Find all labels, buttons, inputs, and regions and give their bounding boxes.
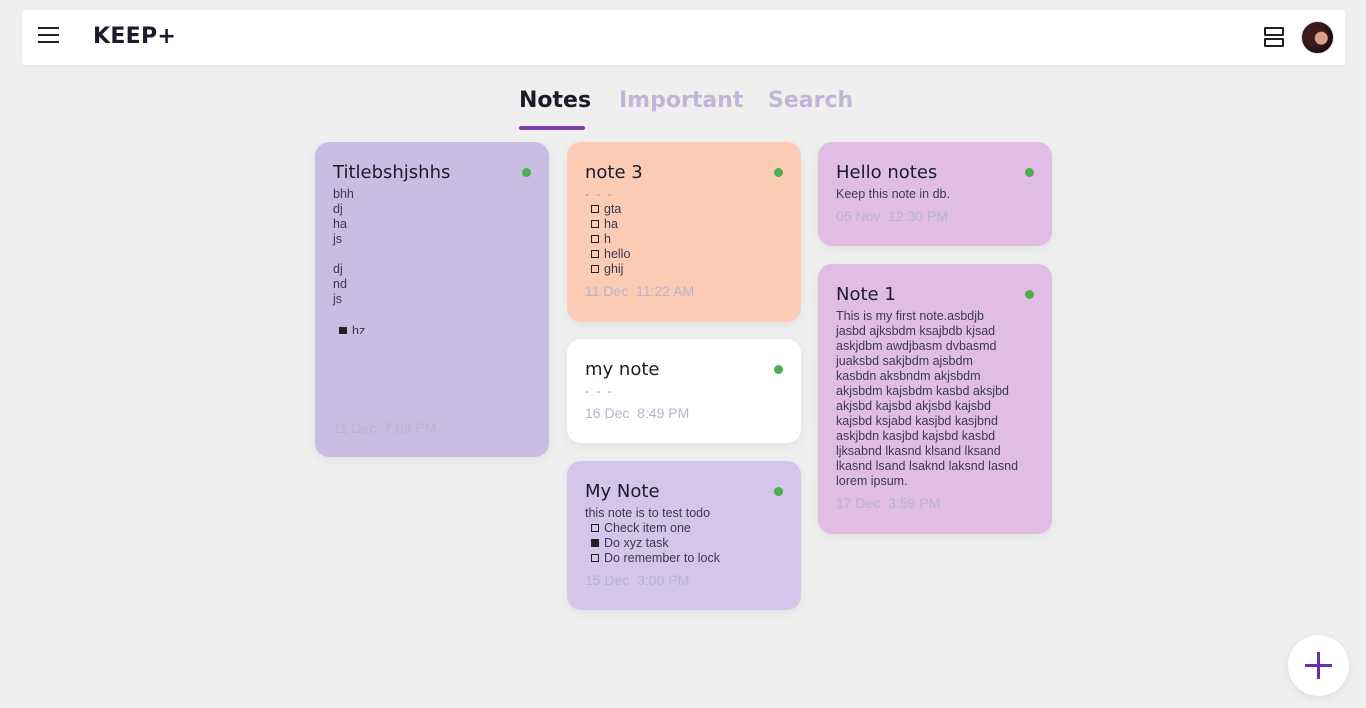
note-title: note 3 [585,162,643,183]
checkbox-icon[interactable] [591,235,599,243]
avatar[interactable] [1301,21,1334,54]
checkbox-icon[interactable] [591,220,599,228]
checklist-item[interactable]: h [585,232,783,247]
active-tab-indicator [519,126,585,130]
checkbox-icon[interactable] [591,265,599,273]
checklist-item-label: gta [604,202,622,216]
checklist-item[interactable]: ha [585,217,783,232]
checklist-item[interactable]: gta [585,202,783,217]
layout-toggle-icon[interactable] [1263,26,1285,48]
status-dot [1025,290,1034,299]
note-date: 05 Nov 12:30 PM [836,208,949,224]
checklist-item[interactable]: Check item one [585,521,783,536]
app-brand: KEEP+ [93,24,177,49]
checklist-item[interactable]: Do xyz task [585,536,783,551]
checkbox-icon[interactable] [591,250,599,258]
checklist-item-label: Do xyz task [604,536,669,550]
checklist-item[interactable]: Do remember to lock [585,551,783,566]
note-date: 15 Dec 3:00 PM [585,572,690,588]
status-dot [774,365,783,374]
checklist-item-label: h [604,232,611,246]
note-card[interactable]: my note - - - 16 Dec 8:49 PM [567,339,801,443]
checkbox-icon[interactable] [591,554,599,562]
checklist-item-label: Check item one [604,521,691,535]
note-card[interactable]: Hello notes Keep this note in db. 05 Nov… [818,142,1052,246]
tab-notes[interactable]: Notes [519,88,591,113]
status-dot [1025,168,1034,177]
note-date: 17 Dec 3:59 PM [836,495,941,511]
note-title: Titlebshjshhs [333,162,451,183]
menu-icon[interactable] [38,27,60,45]
status-dot [774,487,783,496]
note-date: 11 Dec 7:09 PM [333,420,437,436]
note-divider: - - - [585,384,614,398]
note-card[interactable]: Note 1 This is my first note.asbdjb jasb… [818,264,1052,534]
status-dot [774,168,783,177]
checkbox-checked-icon[interactable] [591,539,599,547]
add-note-button[interactable] [1288,635,1349,696]
checklist-item-label: hz [352,324,366,334]
checkbox-checked-icon[interactable] [339,327,347,334]
note-title: my note [585,359,660,380]
note-card[interactable]: Titlebshjshhs bhh dj ha js dj nd js hz f… [315,142,549,457]
note-title: Hello notes [836,162,938,183]
note-card[interactable]: My Note this note is to test todo Check … [567,461,801,610]
status-dot [522,168,531,177]
top-app-bar [22,10,1345,65]
plus-icon-stroke [1317,652,1320,679]
note-date: 11 Dec 11:22 AM [585,283,695,299]
tab-bar: Notes Important Search [0,88,1366,133]
checklist-item-label: hello [604,247,631,261]
tab-search[interactable]: Search [768,88,853,113]
note-text: This is my first note.asbdjb jasbd ajksb… [836,309,1019,488]
note-title: Note 1 [836,284,896,305]
checklist-item-label: Do remember to lock [604,551,721,565]
checkbox-icon[interactable] [591,205,599,213]
checklist-item[interactable]: hello [585,247,783,262]
note-card[interactable]: note 3 - - - gta ha h hello ghij 11 Dec … [567,142,801,322]
checklist-item-label: ha [604,217,618,231]
tab-important[interactable]: Important [619,88,743,113]
note-text: Keep this note in db. [836,187,950,201]
checklist-item[interactable]: ghij [585,262,783,277]
note-divider: - - - [585,187,614,201]
checklist-item-label: ghij [604,262,624,276]
note-date: 16 Dec 8:49 PM [585,405,690,421]
note-text: this note is to test todo [585,506,711,520]
checklist-item[interactable]: hz [333,323,372,334]
note-text: bhh dj ha js dj nd js [333,187,354,306]
note-title: My Note [585,481,660,502]
checkbox-icon[interactable] [591,524,599,532]
